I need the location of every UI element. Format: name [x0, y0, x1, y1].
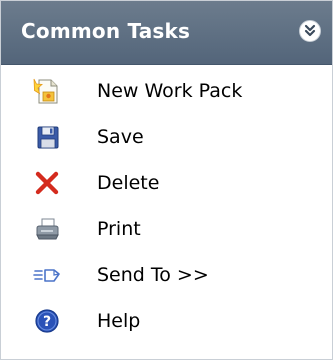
panel-title: Common Tasks	[21, 19, 191, 43]
task-label: New Work Pack	[97, 80, 243, 102]
task-print[interactable]: Print	[1, 206, 332, 252]
task-delete[interactable]: Delete	[1, 160, 332, 206]
task-label: Save	[97, 126, 144, 148]
send-to-icon	[32, 260, 62, 290]
task-label: Delete	[97, 172, 160, 194]
task-label: Print	[97, 218, 141, 240]
new-document-icon	[32, 76, 62, 106]
svg-text:?: ?	[43, 314, 51, 330]
task-help[interactable]: ? Help	[1, 298, 332, 344]
collapse-button[interactable]	[299, 20, 321, 42]
red-x-icon	[32, 168, 62, 198]
panel-header[interactable]: Common Tasks	[1, 1, 332, 65]
double-chevron-down-icon	[304, 24, 316, 37]
floppy-disk-icon	[32, 122, 62, 152]
printer-icon	[32, 214, 62, 244]
task-new-work-pack[interactable]: New Work Pack	[1, 68, 332, 114]
task-send-to[interactable]: Send To >>	[1, 252, 332, 298]
help-icon: ?	[32, 306, 62, 336]
task-label: Send To >>	[97, 264, 209, 286]
task-label: Help	[97, 310, 141, 332]
common-tasks-panel: Common Tasks New Work Pack Save Delete P…	[0, 0, 333, 360]
task-save[interactable]: Save	[1, 114, 332, 160]
